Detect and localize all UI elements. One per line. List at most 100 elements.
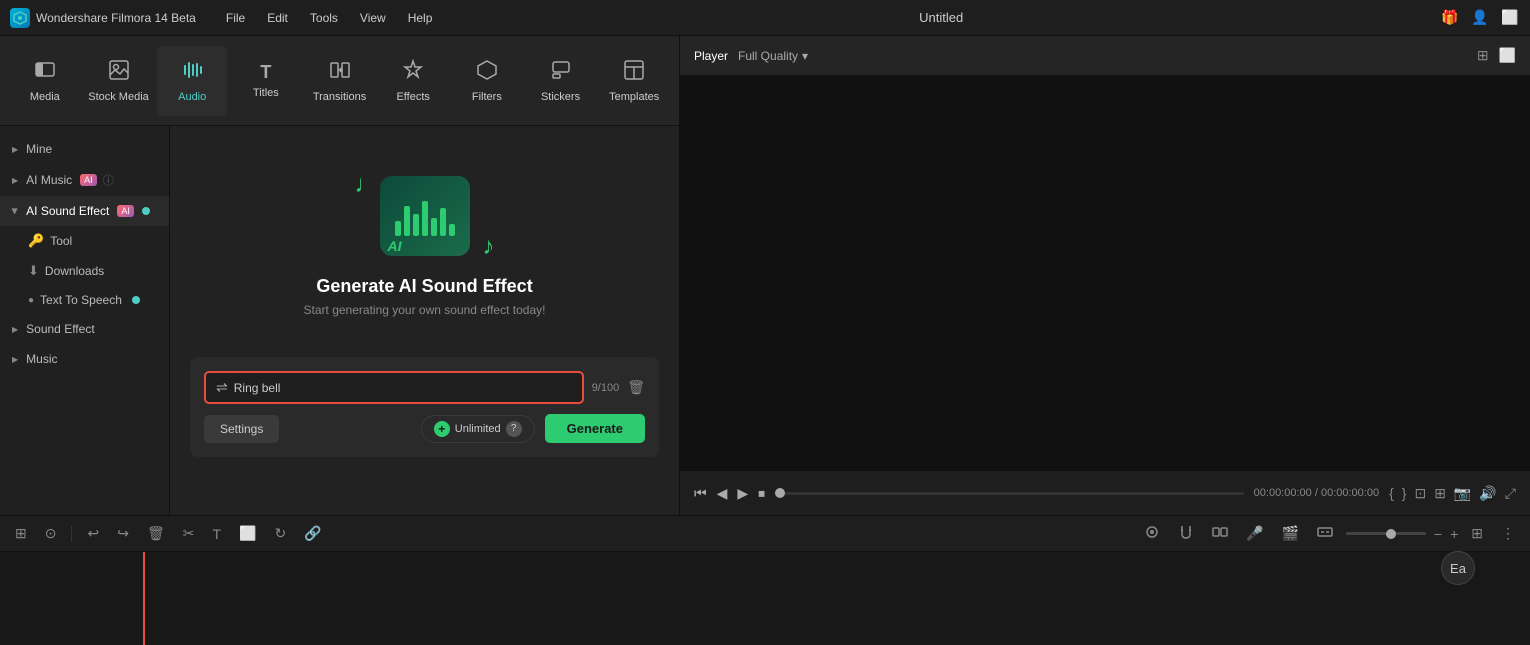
menu-tools[interactable]: Tools — [300, 7, 348, 29]
screenshot-icon[interactable]: 📷 — [1454, 485, 1471, 502]
fullscreen-icon[interactable]: ⬜ — [1499, 47, 1516, 64]
shuffle-icon[interactable]: ⇌ — [216, 379, 228, 396]
volume-icon[interactable]: 🔊 — [1479, 485, 1496, 502]
timeline-tool-grid[interactable]: ⊞ — [10, 522, 32, 545]
sidebar-item-ai-sound-effect[interactable]: ▶ AI Sound Effect AI — [0, 196, 169, 226]
prompt-input-box[interactable]: ⇌ Ring bell — [204, 371, 584, 404]
captions-icon[interactable] — [1312, 521, 1338, 546]
ai-icon-bg: AI — [380, 176, 470, 256]
toolbar-filters-label: Filters — [472, 91, 502, 103]
toolbar-media-label: Media — [30, 91, 60, 103]
toolbar-titles-label: Titles — [253, 87, 279, 99]
sidebar-item-music[interactable]: ▶ Music — [0, 344, 169, 374]
insert-icon[interactable]: ⊡ — [1414, 485, 1426, 502]
split-icon[interactable] — [1207, 521, 1233, 546]
generate-button[interactable]: Generate — [545, 414, 645, 443]
undo-icon[interactable]: ↩ — [82, 522, 104, 545]
crop-icon[interactable]: ⬜ — [234, 522, 261, 545]
main-layout: Media Stock Media Audio — [0, 36, 1530, 515]
bar-7 — [449, 224, 455, 236]
generate-subtitle: Start generating your own sound effect t… — [304, 303, 546, 317]
sidebar-item-mine[interactable]: ▶ Mine — [0, 134, 169, 164]
delete-icon[interactable]: 🗑 — [142, 522, 170, 545]
zoom-in-icon[interactable]: + — [1450, 526, 1458, 542]
zoom-slider[interactable] — [1346, 532, 1426, 535]
filmstrip-icon[interactable]: 🎬 — [1276, 522, 1303, 545]
unlimited-badge[interactable]: + Unlimited ? — [421, 415, 535, 443]
ripple-icon[interactable] — [1139, 521, 1165, 546]
arrow-icon-sound-effect: ▶ — [12, 325, 18, 334]
delete-icon[interactable]: 🗑 — [627, 379, 645, 396]
stop-icon[interactable]: ⏹ — [758, 485, 765, 502]
frame-back-icon[interactable]: ◀ — [717, 485, 728, 502]
more-icon[interactable]: ⋮ — [1496, 522, 1520, 545]
logo-icon — [10, 8, 30, 28]
toolbar-audio-label: Audio — [178, 91, 206, 103]
menu-help[interactable]: Help — [398, 7, 443, 29]
zoom-handle — [1386, 529, 1396, 539]
cut-icon[interactable]: ✂ — [178, 522, 200, 545]
sidebar-item-tool[interactable]: 🔑 Tool — [0, 226, 169, 256]
left-panel: Media Stock Media Audio — [0, 36, 680, 515]
toolbar-transitions[interactable]: Transitions — [305, 46, 375, 116]
content-area: ♩ AI — [170, 126, 679, 515]
magnet-icon[interactable] — [1173, 521, 1199, 546]
toolbar-stickers-label: Stickers — [541, 91, 580, 103]
sidebar-item-sound-effect-label: Sound Effect — [26, 322, 95, 336]
text-icon[interactable]: T — [207, 523, 226, 545]
sidebar-item-text-to-speech[interactable]: ● Text To Speech — [0, 286, 169, 314]
redo-icon[interactable]: ↪ — [112, 522, 134, 545]
menu-file[interactable]: File — [216, 7, 255, 29]
motion-icon[interactable]: ↻ — [269, 522, 291, 545]
overwrite-icon[interactable]: ⊞ — [1434, 485, 1446, 502]
quality-selector[interactable]: Full Quality ▾ — [738, 49, 808, 63]
mark-in-icon[interactable]: { — [1389, 485, 1394, 501]
menu-edit[interactable]: Edit — [257, 7, 298, 29]
play-icon[interactable]: ▶ — [737, 485, 748, 502]
input-text: Ring bell — [234, 381, 281, 395]
window-controls-icon[interactable]: ⬜ — [1500, 8, 1520, 28]
toolbar-stock-label: Stock Media — [88, 91, 149, 103]
sidebar-item-ai-music[interactable]: ▶ AI Music AI ⓘ — [0, 164, 169, 196]
user-icon[interactable]: 👤 — [1470, 8, 1490, 28]
toolbar-media[interactable]: Media — [10, 46, 80, 116]
grid-icon-2[interactable]: ⊞ — [1466, 522, 1488, 545]
tool-icon: 🔑 — [28, 233, 44, 249]
toolbar-audio[interactable]: Audio — [157, 46, 227, 116]
gift-icon[interactable]: 🎁 — [1440, 8, 1460, 28]
toolbar-templates[interactable]: Templates — [599, 46, 669, 116]
bar-3 — [413, 214, 419, 236]
tab-player[interactable]: Player — [694, 49, 728, 63]
link-icon[interactable]: 🔗 — [299, 522, 326, 545]
expand-icon[interactable]: ⤢ — [1505, 485, 1516, 502]
sidebar-item-sound-effect[interactable]: ▶ Sound Effect — [0, 314, 169, 344]
toolbar-stickers[interactable]: Stickers — [526, 46, 596, 116]
sidebar-item-downloads[interactable]: ⬇ Downloads — [0, 256, 169, 286]
help-icon[interactable]: ? — [506, 421, 522, 437]
ai-music-info-icon[interactable]: ⓘ — [103, 172, 114, 188]
skip-back-icon[interactable]: ⏮ — [694, 485, 707, 502]
timeline-tool-select[interactable]: ⊙ — [40, 522, 62, 545]
menu-view[interactable]: View — [350, 7, 396, 29]
templates-icon — [623, 59, 645, 87]
timeline-dot — [775, 488, 785, 498]
window-actions: 🎁 👤 ⬜ — [1440, 8, 1520, 28]
toolbar-effects[interactable]: Effects — [378, 46, 448, 116]
zoom-out-icon[interactable]: − — [1434, 526, 1442, 542]
settings-button[interactable]: Settings — [204, 415, 279, 443]
toolbar-titles[interactable]: T Titles — [231, 46, 301, 116]
toolbar-filters[interactable]: Filters — [452, 46, 522, 116]
preview-canvas — [680, 76, 1530, 470]
preview-timeline[interactable] — [775, 492, 1243, 495]
mark-out-icon[interactable]: } — [1402, 485, 1407, 501]
toolbar-stock[interactable]: Stock Media — [84, 46, 154, 116]
microphone-icon[interactable]: 🎤 — [1241, 522, 1268, 545]
ai-sound-dot — [142, 207, 150, 215]
timeline-content — [0, 552, 1530, 645]
arrow-icon-music: ▶ — [12, 355, 18, 364]
grid-view-icon[interactable]: ⊞ — [1477, 47, 1489, 64]
time-display: 00:00:00:00 / 00:00:00:00 — [1254, 487, 1379, 499]
filters-icon — [476, 59, 498, 87]
ai-icon-wrapper: ♩ AI — [355, 166, 495, 266]
tts-dot — [132, 296, 140, 304]
